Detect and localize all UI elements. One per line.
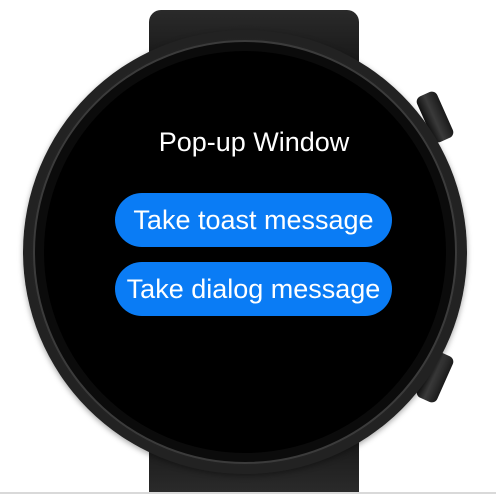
- watch-simulator: Pop-up Window Take toast message Take di…: [0, 0, 496, 497]
- take-toast-message-button[interactable]: Take toast message: [115, 193, 392, 247]
- page-title: Pop-up Window: [158, 127, 350, 157]
- divider: [0, 492, 496, 494]
- watch-screen: [44, 51, 446, 453]
- take-dialog-message-button[interactable]: Take dialog message: [115, 262, 392, 316]
